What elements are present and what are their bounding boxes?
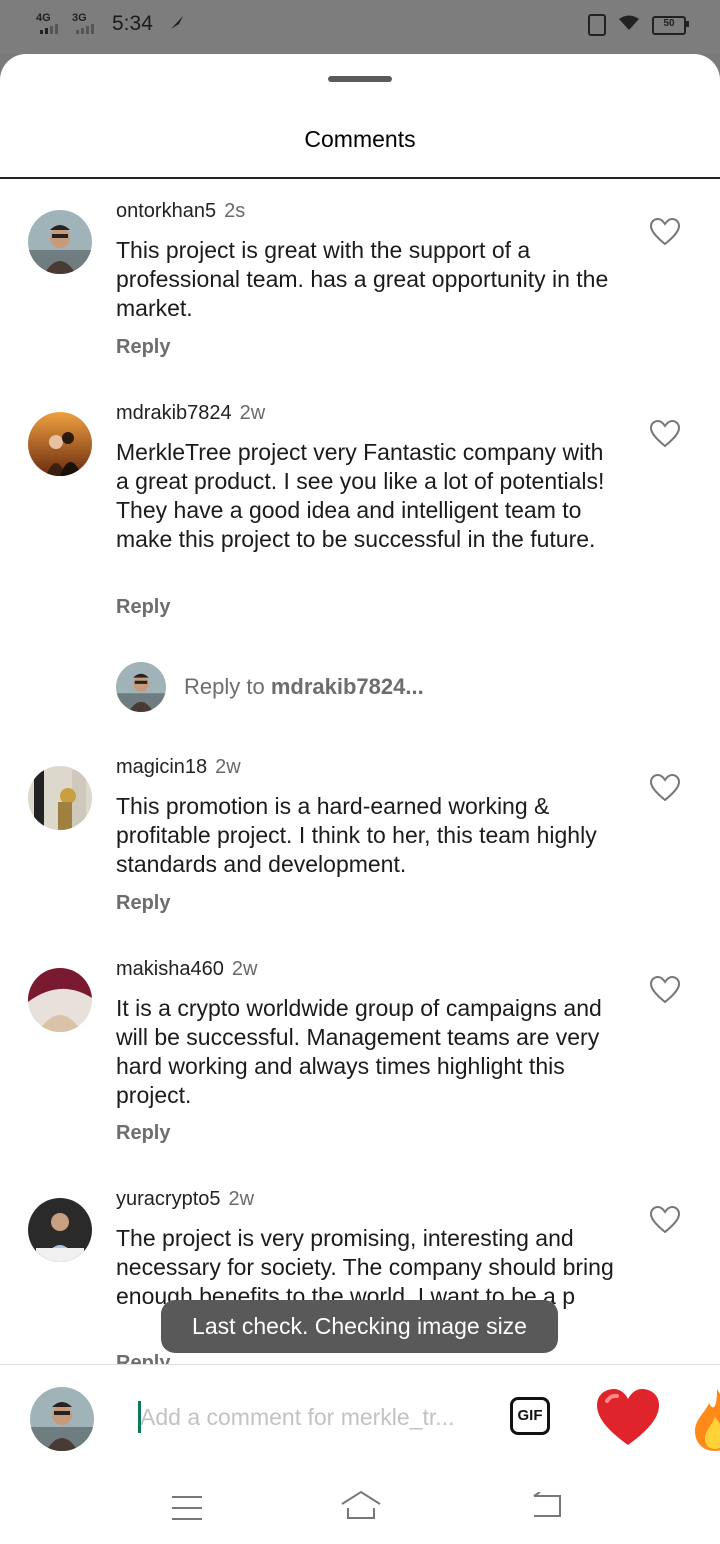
toast-message: Last check. Checking image size (161, 1300, 558, 1353)
vibrate-icon (588, 14, 606, 36)
heart-emoji-button[interactable] (595, 1387, 661, 1447)
username[interactable]: magicin18 (116, 756, 207, 778)
reply-to-text[interactable]: Reply to mdrakib7824... (184, 674, 424, 700)
comment-username[interactable]: makisha460 2w (116, 958, 257, 981)
heart-icon[interactable] (650, 774, 680, 802)
text-cursor (138, 1401, 141, 1433)
username[interactable]: ontorkhan5 (116, 200, 216, 222)
menu-icon[interactable] (172, 1496, 202, 1529)
timestamp: 2w (239, 402, 266, 424)
timestamp: 2w (228, 1188, 255, 1210)
reply-button[interactable]: Reply (116, 596, 170, 619)
comment-text: It is a crypto worldwide group of campai… (116, 995, 602, 1108)
network-type-2: 3G (72, 12, 87, 24)
username[interactable]: makisha460 (116, 958, 224, 980)
username[interactable]: yuracrypto5 (116, 1188, 221, 1210)
comment-text: This project is great with the support o… (116, 237, 609, 321)
wifi-icon (618, 15, 640, 36)
timestamp: 2w (215, 756, 241, 778)
clock: 5:34 (112, 12, 153, 35)
reply-button[interactable]: Reply (116, 1122, 170, 1145)
avatar[interactable] (28, 412, 92, 476)
comment-text: This promotion is a hard-earned working … (116, 793, 597, 877)
comment-text: MerkleTree project very Fantastic compan… (116, 439, 605, 552)
comment-username[interactable]: ontorkhan5 2s (116, 200, 245, 223)
signal-icon: 4G (36, 12, 66, 36)
reply-to-username: mdrakib7824... (270, 674, 424, 699)
fire-emoji-button[interactable] (695, 1387, 720, 1453)
timestamp: 2s (224, 200, 246, 222)
reply-button[interactable]: Reply (116, 336, 170, 359)
avatar (30, 1387, 94, 1451)
comment-username[interactable]: yuracrypto5 2w (116, 1188, 254, 1211)
back-icon[interactable] (530, 1492, 564, 1520)
heart-icon[interactable] (650, 1206, 680, 1234)
comment-text: The project is very promising, interesti… (116, 1225, 614, 1309)
reply-to-prefix: Reply to (184, 674, 265, 699)
heart-icon[interactable] (650, 420, 680, 448)
signal-icon: 3G (72, 12, 102, 36)
battery-icon: 50 (652, 15, 689, 35)
reply-button[interactable]: Reply (116, 1352, 170, 1364)
home-icon[interactable] (340, 1490, 382, 1520)
avatar (116, 662, 166, 712)
sheet-title: Comments (304, 126, 416, 152)
username[interactable]: mdrakib7824 (116, 402, 232, 424)
network-type-1: 4G (36, 12, 51, 24)
comment-composer: GIF (0, 1364, 720, 1475)
gif-button[interactable]: GIF (510, 1397, 550, 1435)
avatar[interactable] (28, 210, 92, 274)
timestamp: 2w (231, 958, 258, 980)
comment-username[interactable]: magicin18 2w (116, 756, 241, 779)
reply-button[interactable]: Reply (116, 892, 170, 915)
feather-icon (169, 14, 185, 35)
heart-icon[interactable] (650, 976, 680, 1004)
avatar[interactable] (28, 766, 92, 830)
status-bar: 4G 3G 5:34 50 (0, 0, 720, 54)
avatar[interactable] (28, 1198, 92, 1262)
avatar[interactable] (28, 968, 92, 1032)
reply-to-prompt[interactable]: Reply to mdrakib7824... (116, 662, 676, 714)
system-nav-bar (0, 1474, 720, 1544)
heart-icon[interactable] (650, 218, 680, 246)
divider (0, 177, 720, 179)
comment-username[interactable]: mdrakib7824 2w (116, 402, 265, 425)
comment-input[interactable] (138, 1398, 487, 1436)
drag-handle[interactable] (328, 76, 392, 82)
